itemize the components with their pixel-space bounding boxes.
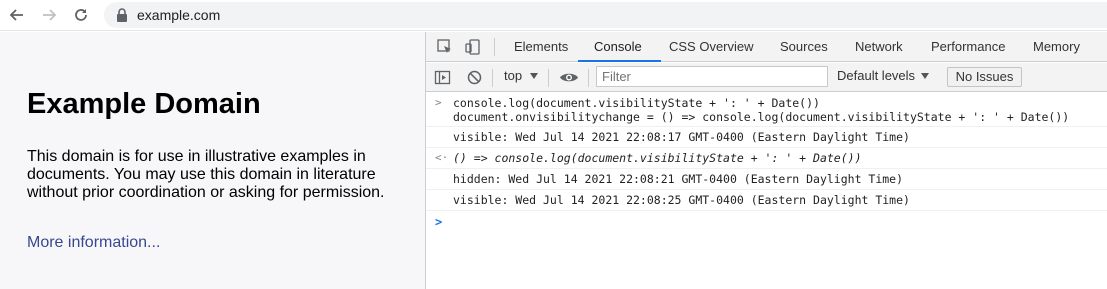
tab-console[interactable]: Console <box>594 32 642 62</box>
tab-sources[interactable]: Sources <box>780 32 828 62</box>
lock-icon <box>117 8 127 22</box>
chevron-down-icon <box>530 73 538 79</box>
chevron-down-icon <box>921 73 929 79</box>
context-selector[interactable]: top <box>504 68 522 83</box>
toolbar-separator <box>494 38 495 56</box>
forward-arrow-icon <box>43 9 57 21</box>
console-log-text: visible: Wed Jul 14 2021 22:08:17 GMT-04… <box>453 130 910 144</box>
tab-performance[interactable]: Performance <box>931 32 1005 62</box>
tab-network[interactable]: Network <box>855 32 903 62</box>
clear-console-icon[interactable] <box>466 69 483 86</box>
active-tab-indicator <box>578 60 661 62</box>
input-chevron-icon: > <box>435 96 442 109</box>
issues-button[interactable]: No Issues <box>947 67 1022 87</box>
tab-css-overview[interactable]: CSS Overview <box>669 32 754 62</box>
console-input-entry: > console.log(document.visibilityState +… <box>426 93 1107 127</box>
console-command-line: document.onvisibilitychange = () => cons… <box>453 110 1070 124</box>
more-info-link[interactable]: More information... <box>27 234 160 252</box>
device-toolbar-icon[interactable] <box>464 38 482 56</box>
page-content: Example Domain This domain is for use in… <box>0 32 425 289</box>
console-filter-input[interactable] <box>596 66 828 87</box>
console-toolbar: top Default levels No Issues <box>426 63 1107 92</box>
console-prompt-icon[interactable]: > <box>435 215 442 229</box>
sidebar-toggle-icon[interactable] <box>434 69 451 86</box>
reload-icon <box>75 9 87 21</box>
tab-elements[interactable]: Elements <box>514 32 568 62</box>
console-log-text: visible: Wed Jul 14 2021 22:08:25 GMT-04… <box>453 193 910 207</box>
browser-toolbar: example.com <box>0 0 1107 31</box>
page-description: This domain is for use in illustrative e… <box>27 148 385 201</box>
page-title: Example Domain <box>27 88 261 120</box>
console-log-entry: hidden: Wed Jul 14 2021 22:08:21 GMT-040… <box>426 169 1107 190</box>
reload-button[interactable] <box>70 4 92 26</box>
toolbar-separator <box>548 69 549 87</box>
log-levels-dropdown[interactable]: Default levels <box>837 68 915 83</box>
console-result-text: () => console.log(document.visibilitySta… <box>453 151 862 165</box>
inspect-element-icon[interactable] <box>436 38 454 56</box>
console-result-entry: <· () => console.log(document.visibility… <box>426 148 1107 169</box>
console-output: > console.log(document.visibilityState +… <box>426 93 1107 289</box>
toolbar-separator <box>492 69 493 87</box>
console-log-text: hidden: Wed Jul 14 2021 22:08:21 GMT-040… <box>453 172 904 186</box>
tab-memory[interactable]: Memory <box>1033 32 1080 62</box>
console-log-entry: visible: Wed Jul 14 2021 22:08:25 GMT-04… <box>426 190 1107 211</box>
url-text: example.com <box>137 7 221 23</box>
forward-button[interactable] <box>38 4 60 26</box>
result-arrow-icon: <· <box>435 151 449 164</box>
toolbar-separator <box>588 69 589 87</box>
back-arrow-icon <box>9 9 23 21</box>
devtools-tabbar: Elements Console CSS Overview Sources Ne… <box>426 32 1107 62</box>
console-command-line: console.log(document.visibilityState + '… <box>453 96 820 110</box>
console-log-entry: visible: Wed Jul 14 2021 22:08:17 GMT-04… <box>426 127 1107 148</box>
address-bar[interactable]: example.com <box>104 2 1107 28</box>
devtools-panel: Elements Console CSS Overview Sources Ne… <box>426 32 1107 289</box>
back-button[interactable] <box>6 4 28 26</box>
eye-icon[interactable] <box>559 69 579 86</box>
